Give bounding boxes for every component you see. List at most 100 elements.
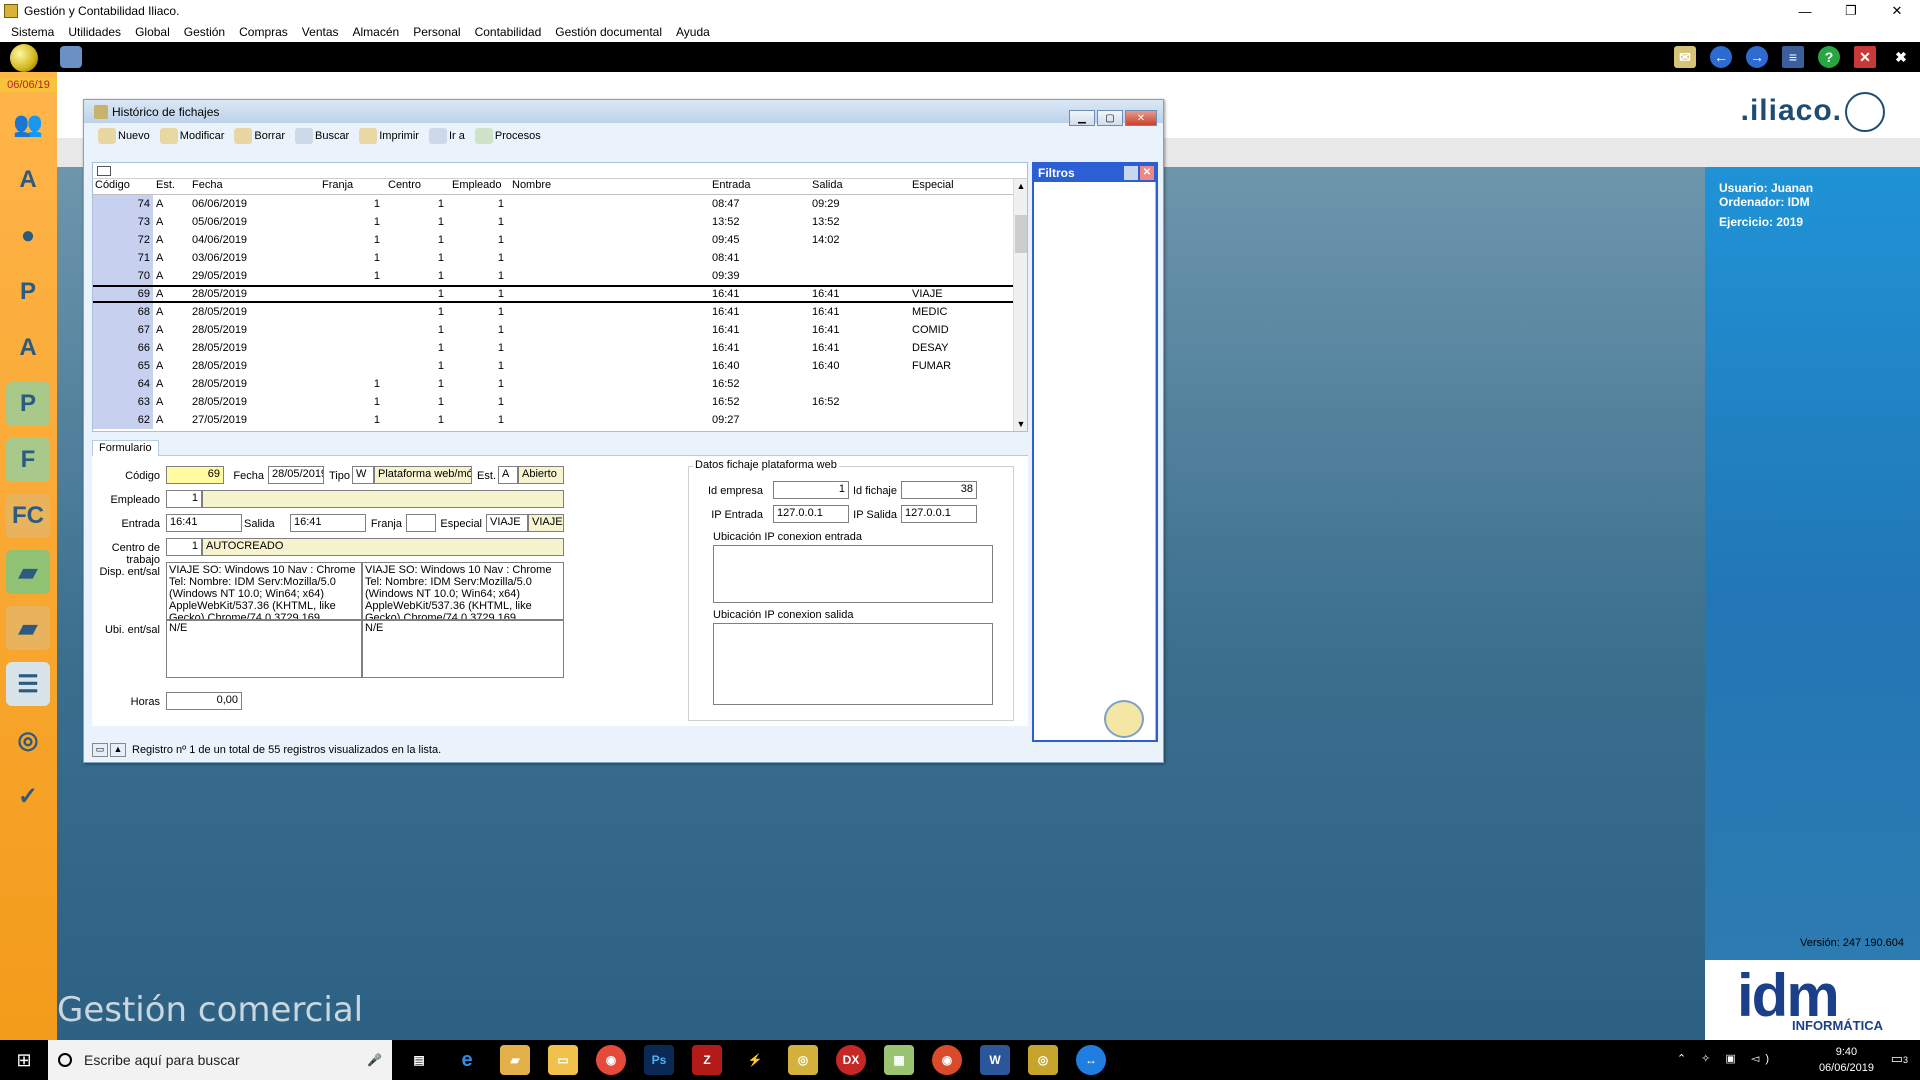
folder-icon[interactable]: ▰ [6,606,50,650]
table-row[interactable]: 64 A 28/05/2019 1 1 1 16:52 [93,375,1027,393]
table-row[interactable]: 72 A 04/06/2019 1 1 1 09:45 14:02 [93,231,1027,249]
table-row[interactable]: 71 A 03/06/2019 1 1 1 08:41 [93,249,1027,267]
grid-filter-row[interactable] [93,163,1027,179]
ip-entrada-field[interactable]: 127.0.0.1 [773,505,849,523]
centro-field[interactable]: 1 [166,538,202,556]
menu-gestion-documental[interactable]: Gestión documental [548,25,669,39]
buscar-button[interactable]: Buscar [293,125,357,147]
ip-salida-field[interactable]: 127.0.0.1 [901,505,977,523]
salida-field[interactable]: 16:41 [290,514,366,532]
filezilla-icon[interactable]: Z [692,1045,722,1075]
task-view-icon[interactable]: ▤ [404,1045,434,1075]
table-row[interactable]: 65 A 28/05/2019 1 1 16:40 16:40 FUMAR [93,357,1027,375]
notifications-icon[interactable]: ▭3 [1891,1051,1908,1067]
menu-ventas[interactable]: Ventas [295,25,346,39]
borrar-button[interactable]: Borrar [232,125,293,147]
user-a-icon[interactable]: A [6,326,50,370]
table-row[interactable]: 69 A 28/05/2019 1 1 16:41 16:41 VIAJE [93,285,1027,303]
table-row[interactable]: 62 A 27/05/2019 1 1 1 09:27 [93,411,1027,429]
empleado-field[interactable]: 1 [166,490,202,508]
nuevo-button[interactable]: Nuevo [96,125,158,147]
iliaco-app-icon[interactable]: ◎ [788,1045,818,1075]
back-arrow-icon[interactable]: ← [1710,46,1732,68]
table-row[interactable]: 68 A 28/05/2019 1 1 16:41 16:41 MEDIC [93,303,1027,321]
col-especial[interactable]: Especial [909,179,969,194]
user-p-icon[interactable]: P [6,270,50,314]
menu-utilidades[interactable]: Utilidades [61,25,128,39]
id-fichaje-field[interactable]: 38 [901,481,977,499]
close-button[interactable]: ✕ [1874,0,1920,22]
restore-button[interactable]: ❐ [1828,0,1874,22]
scroll-up-icon[interactable]: ▲ [1014,179,1028,193]
user-icon[interactable]: ● [6,214,50,258]
tab-formulario[interactable]: Formulario [92,440,159,457]
col-empleado[interactable]: Empleado [449,179,509,194]
table-row[interactable]: 73 A 05/06/2019 1 1 1 13:52 13:52 [93,213,1027,231]
mail-icon[interactable]: ✉ [1674,46,1696,68]
ubi-salida-field[interactable]: N/E [362,620,564,678]
edge-icon[interactable]: e [452,1045,482,1075]
chrome-icon[interactable]: ◉ [596,1045,626,1075]
forward-arrow-icon[interactable]: → [1746,46,1768,68]
f-icon[interactable]: F [6,438,50,482]
minimize-button[interactable]: — [1782,0,1828,22]
computer-icon[interactable] [60,46,82,68]
col-centro[interactable]: Centro [385,179,449,194]
fecha-field[interactable]: 28/05/2019 [268,466,324,484]
record-icon[interactable]: ▭ [92,743,108,757]
window-close-button[interactable]: ✕ [1125,110,1157,126]
menu-sistema[interactable]: Sistema [4,25,61,39]
menu-contabilidad[interactable]: Contabilidad [468,25,549,39]
col-entrada[interactable]: Entrada [709,179,809,194]
globe-icon[interactable] [10,44,38,72]
globe-check-icon[interactable]: ✓ [6,774,50,818]
microphone-icon[interactable]: 🎤 [367,1053,382,1067]
col-franja[interactable]: Franja [319,179,385,194]
p-icon[interactable]: P [6,382,50,426]
ubi-entrada-field[interactable]: N/E [166,620,362,678]
windows-start-icon[interactable]: ⊞ [0,1040,48,1080]
close-window-icon[interactable]: ✕ [1854,46,1876,68]
ubic-entrada-field[interactable] [713,545,993,603]
table-row[interactable]: 66 A 28/05/2019 1 1 16:41 16:41 DESAY [93,339,1027,357]
pin-icon[interactable] [1124,166,1138,180]
explorer-icon[interactable]: ▭ [548,1045,578,1075]
collapse-icon[interactable]: ▲ [110,743,126,757]
col-est[interactable]: Est. [153,179,189,194]
id-empresa-field[interactable]: 1 [773,481,849,499]
taskbar-search[interactable]: Escribe aquí para buscar 🎤 [48,1040,392,1080]
taskbar-clock[interactable]: 9:40 06/06/2019 [1819,1044,1874,1076]
entrada-field[interactable]: 16:41 [166,514,242,532]
filters-close-icon[interactable]: ✕ [1140,166,1154,180]
grid-scrollbar[interactable]: ▲ ▼ [1013,179,1027,431]
especial-code-field[interactable]: VIAJE [486,514,528,532]
bolt-icon[interactable]: ⚡ [740,1045,770,1075]
ir-a-button[interactable]: Ir a [427,125,473,147]
teamviewer-icon[interactable]: ↔ [1076,1045,1106,1075]
franja-field[interactable] [406,514,436,532]
notes-icon[interactable]: ▦ [884,1045,914,1075]
col-codigo[interactable]: Código [93,179,153,194]
table-row[interactable]: 70 A 29/05/2019 1 1 1 09:39 [93,267,1027,285]
col-nombre[interactable]: Nombre [509,179,709,194]
table-row[interactable]: 74 A 06/06/2019 1 1 1 08:47 09:29 [93,195,1027,213]
disp-salida-field[interactable]: VIAJE SO: Windows 10 Nav : Chrome Tel: N… [362,562,564,620]
scroll-down-icon[interactable]: ▼ [1014,417,1028,431]
firefox-icon[interactable]: ◉ [932,1045,962,1075]
col-salida[interactable]: Salida [809,179,909,194]
imprimir-button[interactable]: Imprimir [357,125,427,147]
disp-entrada-field[interactable]: VIAJE SO: Windows 10 Nav : Chrome Tel: N… [166,562,362,620]
menu-almacen[interactable]: Almacén [346,25,407,39]
codigo-field[interactable]: 69 [166,466,224,484]
fc-icon[interactable]: FC [6,494,50,538]
clock-user-icon[interactable] [1104,700,1144,738]
modificar-button[interactable]: Modificar [158,125,233,147]
agenda-icon[interactable]: A [6,158,50,202]
table-row[interactable]: 63 A 28/05/2019 1 1 1 16:52 16:52 [93,393,1027,411]
book-icon[interactable]: ▰ [6,550,50,594]
word-icon[interactable]: W [980,1045,1010,1075]
menu-compras[interactable]: Compras [232,25,295,39]
menu-personal[interactable]: Personal [406,25,467,39]
horas-field[interactable]: 0,00 [166,692,242,710]
disc-icon[interactable]: ◎ [6,718,50,762]
